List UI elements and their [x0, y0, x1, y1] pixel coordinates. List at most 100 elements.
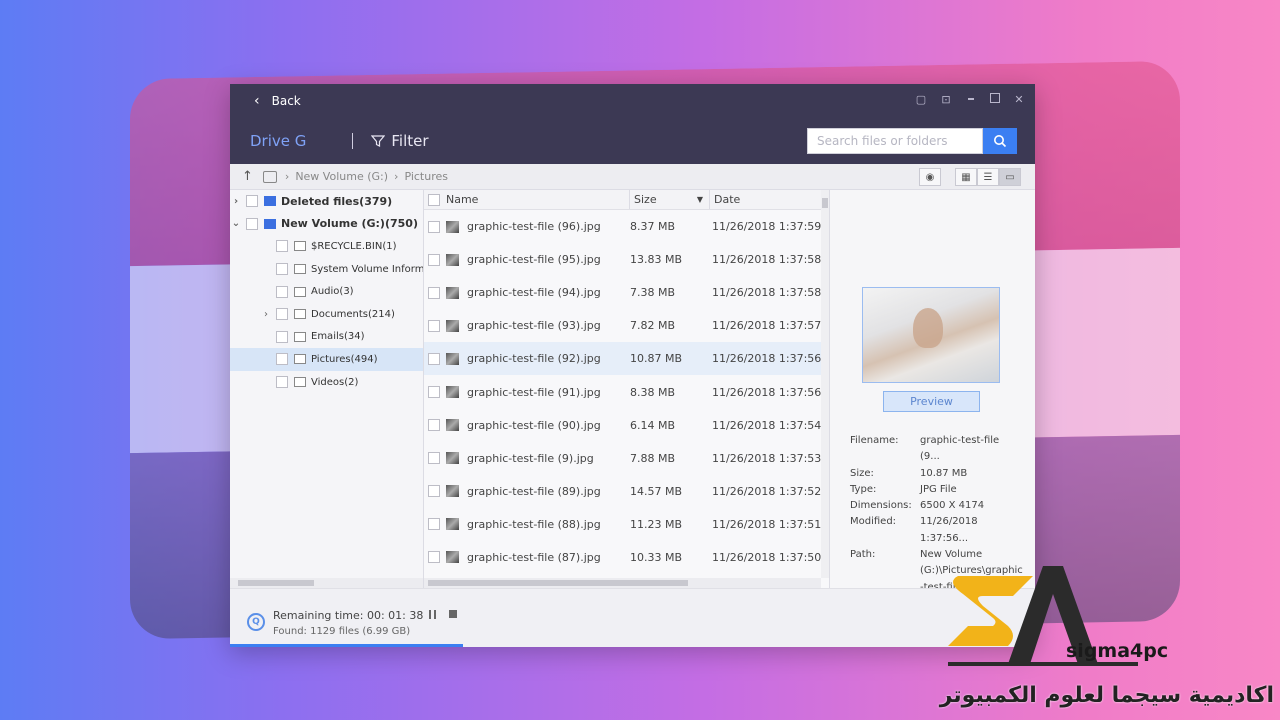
checkbox[interactable]	[428, 419, 440, 432]
tree-horizontal-scrollbar[interactable]	[230, 578, 423, 588]
checkbox[interactable]	[428, 220, 440, 233]
view-switcher: ◉ ▦ ☰ ▭	[919, 168, 1021, 186]
file-name-cell: graphic-test-file (94).jpg	[424, 286, 624, 299]
metadata-key: Filename:	[850, 435, 899, 446]
table-row[interactable]: graphic-test-file (93).jpg 7.82 MB 11/26/2…	[424, 309, 829, 342]
checkbox[interactable]	[428, 386, 440, 399]
tree-item-label: Pictures(494)	[311, 353, 378, 365]
preview-panel: Preview Filename: graphic-test-file (9...…	[830, 190, 1035, 593]
tree-item-documents[interactable]: › Documents(214)	[230, 303, 423, 326]
close-icon[interactable]: ✕	[1013, 93, 1025, 106]
column-date[interactable]: Date	[710, 193, 740, 206]
tree-item-videos[interactable]: Videos(2)	[230, 371, 423, 394]
crumb-volume[interactable]: New Volume (G:)	[295, 170, 388, 183]
scrollbar-thumb[interactable]	[428, 580, 688, 586]
checkbox[interactable]	[246, 217, 258, 230]
checkbox[interactable]	[428, 485, 440, 498]
search-input[interactable]	[807, 128, 983, 154]
tree-item-audio[interactable]: Audio(3)	[230, 280, 423, 303]
metadata-row: Filename: graphic-test-file (9...	[850, 433, 1020, 466]
table-row[interactable]: graphic-test-file (89).jpg 14.57 MB 11/26/…	[424, 475, 829, 508]
eye-icon[interactable]: ◉	[919, 168, 941, 186]
maximize-icon[interactable]	[990, 93, 1000, 103]
tree-item-deleted-files[interactable]: › Deleted files(379)	[230, 190, 423, 213]
list-horizontal-scrollbar[interactable]	[424, 578, 821, 588]
stop-button[interactable]	[449, 610, 457, 618]
table-row[interactable]: graphic-test-file (90).jpg 6.14 MB 11/26/2…	[424, 409, 829, 442]
preview-button[interactable]: Preview	[883, 391, 980, 412]
scrollbar-thumb[interactable]	[238, 580, 314, 586]
folder-icon	[294, 331, 306, 342]
up-arrow-icon[interactable]: ↑	[242, 169, 253, 184]
file-name: graphic-test-file (91).jpg	[467, 385, 601, 399]
chevron-right-icon[interactable]: ›	[230, 196, 242, 207]
checkbox[interactable]	[276, 376, 288, 389]
image-file-icon	[446, 551, 459, 564]
file-size: 10.87 MB	[630, 352, 683, 366]
checkbox[interactable]	[276, 240, 288, 253]
table-row[interactable]: graphic-test-file (94).jpg 7.38 MB 11/26/2…	[424, 276, 829, 309]
drive-tab[interactable]: Drive G	[250, 132, 306, 150]
scrollbar-thumb[interactable]	[822, 198, 828, 208]
checkbox[interactable]	[428, 452, 440, 465]
folder-icon	[294, 286, 306, 297]
back-button[interactable]: ‹ Back	[254, 93, 301, 109]
grid-view-icon[interactable]: ▦	[955, 168, 977, 186]
file-size: 11.23 MB	[630, 517, 683, 531]
table-row[interactable]: graphic-test-file (88).jpg 11.23 MB 11/26/…	[424, 508, 829, 541]
table-row[interactable]: graphic-test-file (95).jpg 13.83 MB 11/26/…	[424, 243, 829, 276]
file-name-cell: graphic-test-file (87).jpg	[424, 551, 624, 564]
select-all-checkbox[interactable]	[428, 193, 440, 206]
sort-down-icon: ▼	[696, 195, 703, 204]
pause-button[interactable]	[429, 610, 436, 619]
search-button[interactable]	[983, 128, 1017, 154]
column-size[interactable]: Size ▼	[630, 190, 710, 209]
chevron-down-icon[interactable]: ⌄	[230, 218, 242, 229]
metadata-value: graphic-test-file (9...	[920, 435, 1000, 463]
tree-item-pictures[interactable]: Pictures(494)	[230, 348, 423, 371]
checkbox[interactable]	[276, 263, 288, 276]
tree-item-emails[interactable]: Emails(34)	[230, 326, 423, 349]
list-vertical-scrollbar[interactable]	[821, 190, 829, 578]
crumb-pictures[interactable]: Pictures	[404, 170, 448, 183]
found-count: Found: 1129 files (6.99 GB)	[273, 626, 411, 637]
image-file-icon	[446, 253, 459, 266]
checkbox[interactable]	[276, 330, 288, 343]
scan-icon: Q	[247, 613, 265, 631]
chevron-right-icon[interactable]: ›	[260, 309, 272, 320]
checkbox[interactable]	[246, 195, 258, 208]
filter-button[interactable]: Filter	[371, 132, 429, 150]
table-row[interactable]: graphic-test-file (91).jpg 8.38 MB 11/26/2…	[424, 375, 829, 408]
table-row[interactable]: graphic-test-file (9).jpg 7.88 MB 11/26/20…	[424, 442, 829, 475]
file-name-cell: graphic-test-file (9).jpg	[424, 452, 624, 465]
list-view-icon[interactable]: ☰	[977, 168, 999, 186]
tree-item-system-volume[interactable]: System Volume Informa	[230, 258, 423, 281]
checkbox[interactable]	[428, 319, 440, 332]
column-name[interactable]: Name	[424, 190, 630, 209]
metadata-value: 10.87 MB	[920, 467, 968, 479]
detail-view-icon[interactable]: ▭	[999, 168, 1021, 186]
checkbox[interactable]	[428, 518, 440, 531]
minimize-icon[interactable]	[965, 93, 977, 105]
checkbox[interactable]	[276, 285, 288, 298]
tree-item-recycle-bin[interactable]: $RECYCLE.BIN(1)	[230, 235, 423, 258]
menu-icon[interactable]: ⊡	[940, 93, 952, 106]
image-file-icon	[446, 286, 459, 299]
metadata-key: Modified:	[850, 516, 897, 528]
checkbox[interactable]	[276, 308, 288, 321]
app-window: ‹ Back ▢ ⊡ ✕ Drive G Filter ↑ › New Volu…	[230, 84, 1035, 647]
table-row[interactable]: graphic-test-file (96).jpg 8.37 MB 11/26/2…	[424, 210, 829, 243]
checkbox[interactable]	[428, 551, 440, 564]
trash-icon	[264, 196, 276, 207]
checkbox[interactable]	[428, 253, 440, 266]
tree-item-new-volume[interactable]: ⌄ New Volume (G:)(750)	[230, 213, 423, 236]
feedback-icon[interactable]: ▢	[915, 93, 927, 106]
checkbox[interactable]	[428, 352, 440, 365]
table-row[interactable]: graphic-test-file (87).jpg 10.33 MB 11/26/…	[424, 541, 829, 574]
checkbox[interactable]	[276, 353, 288, 366]
tree-item-label: Documents(214)	[311, 308, 395, 320]
table-row[interactable]: graphic-test-file (92).jpg 10.87 MB 11/26/…	[424, 342, 829, 376]
file-date: 11/26/2018 1:37:59.	[712, 220, 824, 234]
file-size: 13.83 MB	[630, 253, 683, 267]
checkbox[interactable]	[428, 286, 440, 299]
